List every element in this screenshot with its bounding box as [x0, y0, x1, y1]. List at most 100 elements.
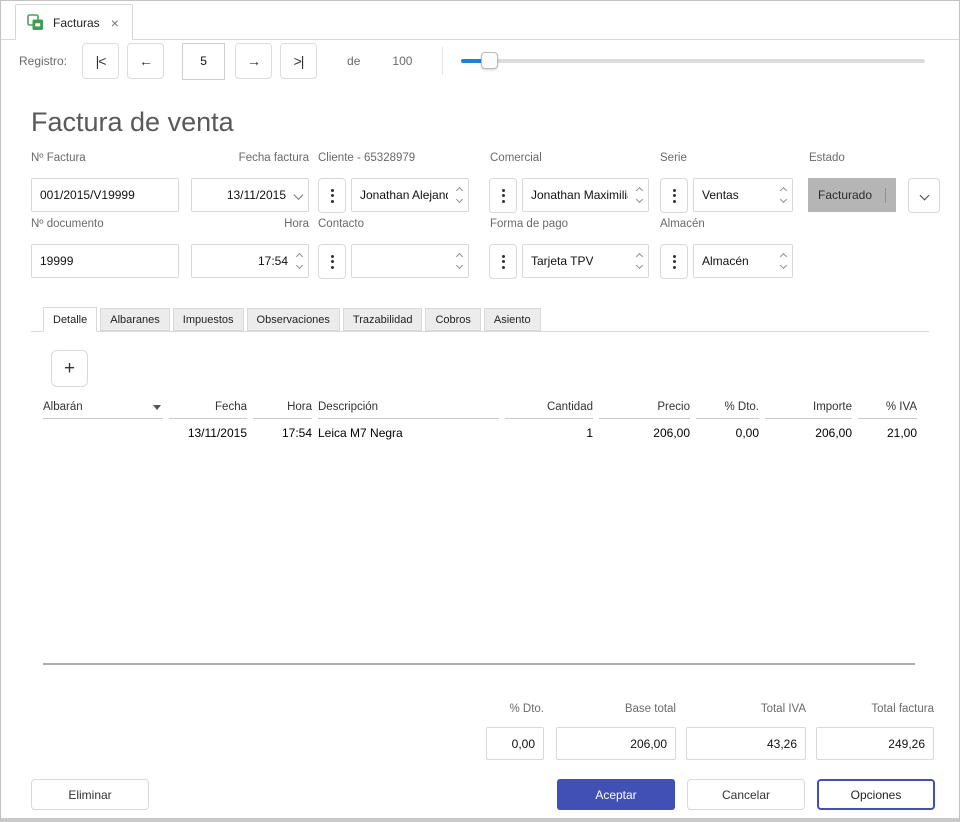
tab-albaranes[interactable]: Albaranes — [100, 308, 170, 331]
contacto-input[interactable] — [351, 244, 469, 278]
tab-title: Facturas — [53, 16, 100, 30]
cliente-lookup-button[interactable] — [318, 178, 346, 213]
next-record-button[interactable]: → — [235, 43, 272, 79]
first-record-button[interactable]: |< — [82, 43, 119, 79]
hora-spinner[interactable] — [297, 254, 302, 268]
col-cantidad[interactable]: Cantidad — [505, 399, 593, 419]
label-contacto: Contacto — [318, 218, 364, 230]
col-iva[interactable]: % IVA — [858, 399, 917, 419]
cell-importe[interactable]: 206,00 — [765, 419, 852, 444]
tab-detalle[interactable]: Detalle — [43, 307, 97, 332]
forma-pago-lookup-button[interactable] — [489, 244, 517, 279]
record-number-input[interactable]: 5 — [182, 43, 225, 80]
hora-input[interactable]: 17:54 — [191, 244, 309, 278]
cancelar-button[interactable]: Cancelar — [687, 779, 805, 810]
tab-trazabilidad[interactable]: Trazabilidad — [343, 308, 423, 331]
cell-precio[interactable]: 206,00 — [599, 419, 690, 444]
label-base-total: Base total — [556, 703, 676, 715]
add-line-button[interactable]: + — [51, 350, 88, 387]
label-cliente: Cliente - 65328979 — [318, 152, 415, 164]
cell-iva[interactable]: 21,00 — [858, 419, 917, 444]
no-factura-input[interactable]: 001/2015/V19999 — [31, 178, 179, 212]
cell-fecha[interactable]: 13/11/2015 — [169, 419, 247, 444]
close-icon[interactable]: × — [109, 15, 121, 31]
opciones-button[interactable]: Opciones — [817, 779, 935, 810]
toolbar-divider — [442, 47, 443, 75]
cell-hora[interactable]: 17:54 — [253, 419, 312, 444]
estado-select[interactable]: Facturado — [808, 178, 896, 212]
base-total-input[interactable]: 206,00 — [556, 727, 676, 760]
col-dto[interactable]: % Dto. — [696, 399, 759, 419]
expand-header-button[interactable] — [908, 178, 940, 213]
comercial-lookup-button[interactable] — [489, 178, 517, 213]
totals-divider — [43, 663, 915, 665]
document-tabbar: Facturas × — [1, 1, 959, 40]
forma-pago-spinner[interactable] — [637, 254, 642, 268]
serie-spinner[interactable] — [781, 188, 786, 202]
almacen-input[interactable]: Almacén — [693, 244, 793, 278]
sort-icon[interactable] — [153, 405, 161, 410]
comercial-input[interactable]: Jonathan Maximiliano I — [522, 178, 649, 212]
fecha-factura-input[interactable]: 13/11/2015 — [191, 178, 309, 212]
label-comercial: Comercial — [490, 152, 542, 164]
almacen-lookup-button[interactable] — [660, 244, 688, 279]
no-documento-value: 19999 — [40, 254, 73, 268]
col-importe[interactable]: Importe — [765, 399, 852, 419]
prev-record-button[interactable]: ← — [127, 43, 164, 79]
facturas-icon — [27, 14, 44, 31]
label-total-iva: Total IVA — [686, 703, 806, 715]
grid-header: Albarán Fecha Hora Descripción Cantidad … — [43, 399, 917, 419]
page-title: Factura de venta — [31, 107, 234, 138]
aceptar-button[interactable]: Aceptar — [557, 779, 675, 810]
estado-dropdown-icon — [885, 188, 886, 202]
col-fecha[interactable]: Fecha — [169, 399, 247, 419]
total-iva-input[interactable]: 43,26 — [686, 727, 806, 760]
serie-input[interactable]: Ventas — [693, 178, 793, 212]
total-records: 100 — [392, 54, 412, 68]
label-total-factura: Total factura — [816, 703, 934, 715]
slider-track[interactable] — [461, 59, 925, 63]
cell-descripcion[interactable]: Leica M7 Negra — [318, 419, 499, 444]
cliente-value: Jonathan Alejandro M — [360, 188, 448, 202]
cell-albaran[interactable] — [43, 419, 163, 444]
last-record-button[interactable]: >| — [280, 43, 317, 79]
table-row[interactable]: 13/11/2015 17:54 Leica M7 Negra 1 206,00… — [43, 419, 917, 444]
label-estado: Estado — [809, 152, 845, 164]
cell-dto[interactable]: 0,00 — [696, 419, 759, 444]
serie-lookup-button[interactable] — [660, 178, 688, 213]
label-hora: Hora — [191, 218, 309, 230]
col-descripcion[interactable]: Descripción — [318, 399, 499, 419]
col-precio[interactable]: Precio — [599, 399, 690, 419]
tab-observaciones[interactable]: Observaciones — [247, 308, 340, 331]
record-slider[interactable] — [461, 52, 925, 70]
label-serie: Serie — [660, 152, 687, 164]
col-hora[interactable]: Hora — [253, 399, 312, 419]
slider-thumb[interactable] — [481, 52, 498, 69]
total-factura-input[interactable]: 249,26 — [816, 727, 934, 760]
date-dropdown-icon[interactable] — [295, 192, 302, 199]
label-almacen: Almacén — [660, 218, 705, 230]
label-fecha-factura: Fecha factura — [191, 152, 309, 164]
no-documento-input[interactable]: 19999 — [31, 244, 179, 278]
cliente-spinner[interactable] — [457, 188, 462, 202]
tab-cobros[interactable]: Cobros — [425, 308, 480, 331]
eliminar-button[interactable]: Eliminar — [31, 779, 149, 810]
tab-impuestos[interactable]: Impuestos — [173, 308, 244, 331]
hora-value: 17:54 — [258, 254, 288, 268]
col-albaran[interactable]: Albarán — [43, 399, 163, 419]
cliente-input[interactable]: Jonathan Alejandro M — [351, 178, 469, 212]
tab-asiento[interactable]: Asiento — [484, 308, 541, 331]
serie-value: Ventas — [702, 188, 739, 202]
tab-facturas[interactable]: Facturas × — [15, 4, 133, 40]
forma-pago-value: Tarjeta TPV — [531, 254, 593, 268]
detail-grid: Albarán Fecha Hora Descripción Cantidad … — [43, 399, 917, 444]
record-toolbar: Registro: |< ← 5 → >| de 100 — [1, 40, 959, 82]
total-dto-input[interactable]: 0,00 — [486, 727, 544, 760]
contacto-spinner[interactable] — [457, 254, 462, 268]
forma-pago-input[interactable]: Tarjeta TPV — [522, 244, 649, 278]
contacto-lookup-button[interactable] — [318, 244, 346, 279]
comercial-spinner[interactable] — [637, 188, 642, 202]
cell-cantidad[interactable]: 1 — [505, 419, 593, 444]
invoice-window: Facturas × Registro: |< ← 5 → >| de 100 … — [0, 0, 960, 822]
almacen-spinner[interactable] — [781, 254, 786, 268]
